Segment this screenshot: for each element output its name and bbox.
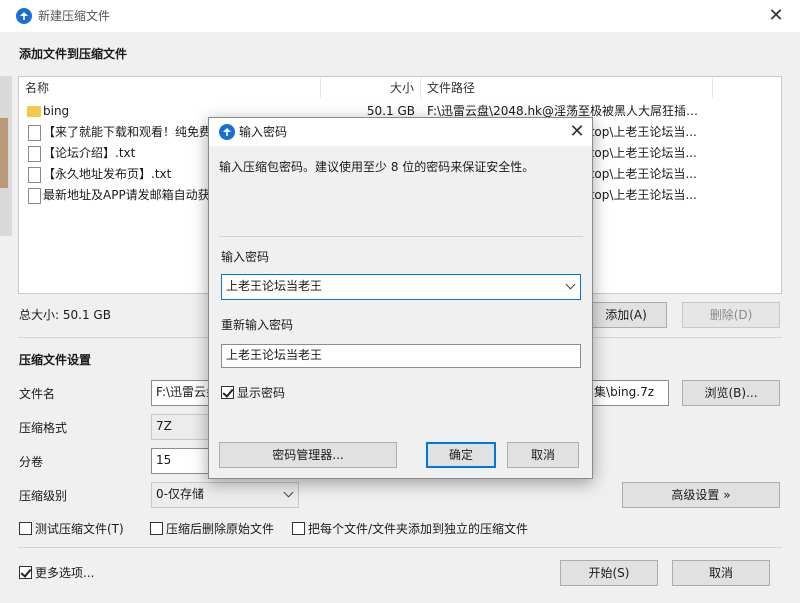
folder-icon (27, 106, 41, 117)
password-input[interactable]: 上老王论坛当老王 (221, 274, 581, 300)
separate-archive-label: 把每个文件/文件夹添加到独立的压缩文件 (308, 522, 529, 536)
more-options-label: 更多选项... (35, 566, 95, 580)
dialog-cancel-button[interactable]: 取消 (507, 442, 579, 468)
app-logo-icon (16, 8, 32, 24)
file-icon (28, 188, 41, 204)
column-header-name[interactable]: 名称 (19, 77, 321, 99)
filename-tail: 集\bing.7z (594, 385, 654, 399)
password-label: 输入密码 (221, 250, 270, 264)
format-value: 7Z (156, 419, 172, 433)
file-icon (28, 146, 41, 162)
level-label: 压缩级别 (19, 489, 68, 503)
chevron-down-icon (283, 487, 294, 498)
delete-source-label: 压缩后删除原始文件 (166, 522, 275, 536)
split-label: 分卷 (19, 455, 44, 469)
advanced-settings-button[interactable]: 高级设置 » (622, 482, 780, 508)
delete-source-checkbox[interactable] (150, 522, 163, 535)
show-password-label: 显示密码 (237, 386, 286, 400)
add-files-heading: 添加文件到压缩文件 (19, 47, 128, 61)
browse-button[interactable]: 浏览(B)... (682, 380, 780, 406)
total-size: 总大小: 50.1 GB (19, 308, 111, 322)
test-archive-label: 测试压缩文件(T) (35, 522, 124, 536)
delete-button[interactable]: 删除(D) (682, 302, 780, 328)
dialog-title: 输入密码 (239, 125, 288, 139)
confirm-password-value: 上老王论坛当老王 (226, 348, 323, 362)
file-icon (28, 167, 41, 183)
start-button[interactable]: 开始(S) (560, 560, 658, 586)
divider (18, 547, 782, 548)
divider (219, 236, 583, 237)
file-icon (28, 125, 41, 141)
password-manager-button[interactable]: 密码管理器... (219, 442, 397, 468)
file-path: ttop\上老王论坛当... (585, 167, 697, 181)
format-label: 压缩格式 (19, 421, 68, 435)
confirm-password-label: 重新输入密码 (221, 318, 294, 332)
window-title: 新建压缩文件 (38, 9, 111, 23)
dialog-close-icon[interactable]: ✕ (565, 120, 589, 144)
background-thumbnail (0, 118, 8, 188)
separate-archive-checkbox[interactable] (292, 522, 305, 535)
ok-button[interactable]: 确定 (426, 442, 496, 468)
show-password-checkbox[interactable] (221, 386, 234, 399)
test-archive-checkbox[interactable] (19, 522, 32, 535)
filename-label: 文件名 (19, 387, 56, 401)
more-options-checkbox[interactable] (19, 566, 32, 579)
password-value: 上老王论坛当老王 (226, 279, 323, 293)
file-path: ttop\上老王论坛当... (585, 125, 697, 139)
cancel-button[interactable]: 取消 (672, 560, 770, 586)
password-dialog: 输入密码 ✕ 输入压缩包密码。建议使用至少 8 位的密码来保证安全性。 输入密码… (208, 117, 593, 479)
file-path: ttop\上老王论坛当... (585, 146, 697, 160)
dialog-description: 输入压缩包密码。建议使用至少 8 位的密码来保证安全性。 (219, 160, 535, 174)
close-icon[interactable]: ✕ (764, 4, 788, 28)
column-header-size[interactable]: 大小 (321, 77, 421, 99)
app-logo-icon (219, 124, 235, 140)
dialog-title-bar: 输入密码 ✕ (209, 118, 592, 146)
settings-heading: 压缩文件设置 (19, 353, 92, 367)
add-button[interactable]: 添加(A) (585, 302, 667, 328)
level-value: 0-仅存储 (156, 487, 204, 501)
title-bar: 新建压缩文件 ✕ (0, 0, 800, 32)
column-header-path[interactable]: 文件路径 (421, 77, 713, 99)
split-value: 15 (156, 453, 172, 467)
chevron-down-icon[interactable] (565, 279, 576, 290)
file-path: ttop\上老王论坛当... (585, 188, 697, 202)
level-select[interactable]: 0-仅存储 (151, 482, 299, 508)
confirm-password-input[interactable]: 上老王论坛当老王 (221, 344, 581, 368)
